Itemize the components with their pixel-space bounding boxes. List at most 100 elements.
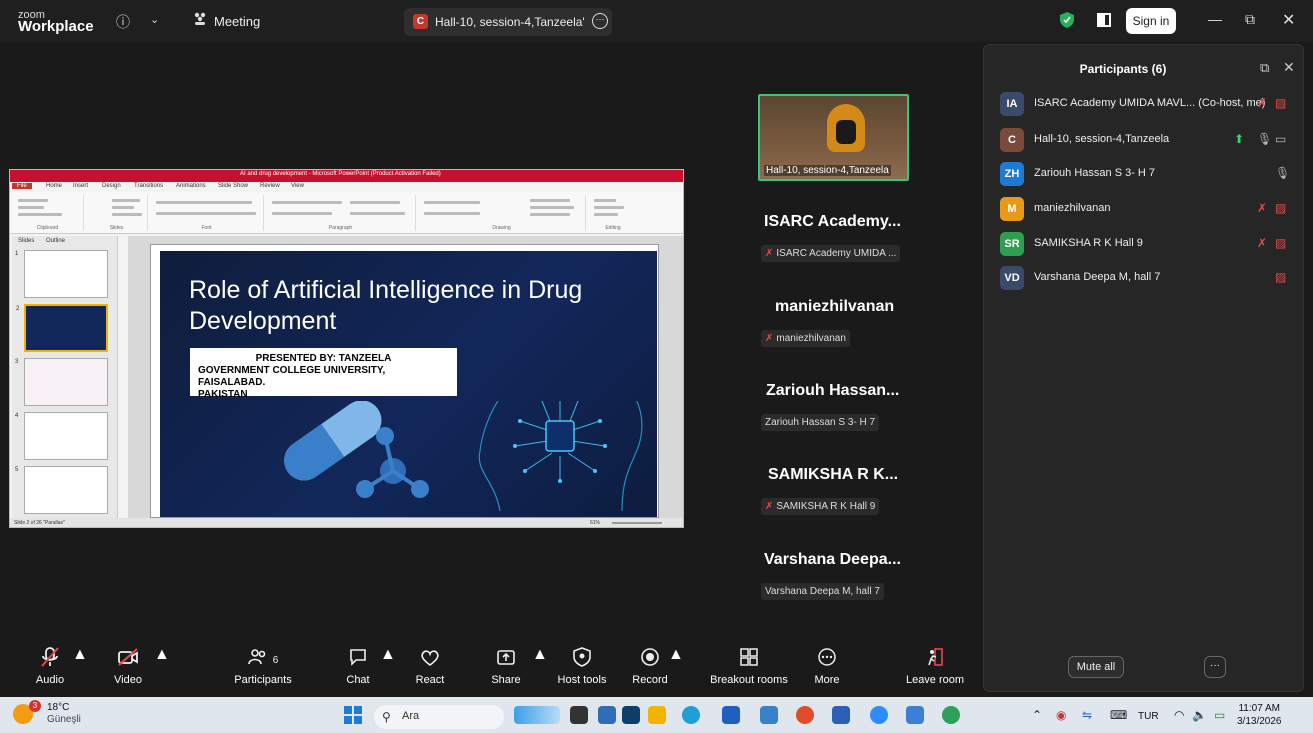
record-button[interactable]: Record — [630, 646, 670, 696]
share-options-chevron[interactable]: ▲ — [532, 646, 548, 696]
sign-in-button[interactable]: Sign in — [1126, 8, 1176, 34]
app-icon[interactable] — [622, 706, 640, 724]
close-icon[interactable]: ✕ — [1282, 10, 1295, 30]
breakout-rooms-icon — [706, 646, 792, 674]
mic-muted-icon[interactable]: ✗ — [1257, 201, 1267, 215]
ribbon-label-drawing: Drawing — [492, 225, 511, 231]
slide-thumbnail[interactable]: 3 — [15, 358, 108, 406]
slide-thumbnail[interactable]: 5 — [15, 466, 108, 514]
mic-muted-icon: ✗ — [765, 333, 774, 344]
mic-icon[interactable]: 🎙 — [1275, 166, 1290, 180]
chevron-down-icon[interactable]: ⌄ — [150, 13, 159, 26]
participant-row[interactable]: VD Varshana Deepa M, hall 7 ▨ — [1000, 266, 1290, 292]
pane-tab-outline[interactable]: Outline — [46, 238, 65, 244]
zoom-app-icon[interactable] — [870, 706, 888, 724]
store-icon[interactable] — [722, 706, 740, 724]
leave-room-label: Leave room — [905, 674, 965, 686]
taskbar-search[interactable]: ⚲ Ara — [374, 705, 504, 729]
weather-widget[interactable]: 18°C Güneşli — [47, 702, 81, 726]
ppt-tab-transitions[interactable]: Transitions — [134, 183, 163, 189]
ppt-tab-slideshow[interactable]: Slide Show — [218, 183, 248, 189]
ppt-tab-home[interactable]: Home — [46, 183, 62, 189]
ppt-tab-animations[interactable]: Animations — [176, 183, 206, 189]
ppt-tab-design[interactable]: Design — [102, 183, 121, 189]
participant-row[interactable]: SR SAMIKSHA R K Hall 9 ✗ ▨ — [1000, 232, 1290, 258]
react-button[interactable]: React — [410, 646, 450, 696]
shared-screen-tab[interactable]: C Hall-10, session-4,Tanzeela's scree ··… — [404, 8, 612, 36]
chat-button[interactable]: Chat — [340, 646, 376, 696]
ppt-tab-review[interactable]: Review — [260, 183, 280, 189]
video-button[interactable]: Video — [106, 646, 150, 696]
restore-icon[interactable]: ⧉ — [1245, 11, 1255, 28]
battery-icon[interactable]: ▭ — [1214, 708, 1225, 722]
chrome-icon[interactable] — [796, 706, 814, 724]
record-options-chevron[interactable]: ▲ — [668, 646, 684, 696]
participant-row[interactable]: M maniezhilvanan ✗ ▨ — [1000, 197, 1290, 223]
wifi-icon[interactable]: ◠ — [1174, 708, 1184, 722]
shield-icon[interactable] — [1060, 12, 1074, 33]
close-panel-icon[interactable]: ✕ — [1283, 59, 1295, 76]
info-icon[interactable]: ⓘ — [116, 12, 130, 32]
chevron-up-icon[interactable]: ⌃ — [1032, 708, 1042, 722]
participant-row[interactable]: IA ISARC Academy UMIDA MAVL... (Co-host,… — [1000, 92, 1290, 118]
slide-thumbnail[interactable]: 1 — [15, 250, 108, 298]
task-view-icon[interactable] — [570, 706, 588, 724]
video-icon[interactable]: ▭ — [1275, 132, 1286, 146]
participant-name: Varshana Deepa M, hall 7 — [1034, 271, 1161, 283]
participants-button[interactable]: 6 Participants — [230, 646, 296, 696]
share-button[interactable]: Share — [488, 646, 524, 696]
more-button[interactable]: More — [808, 646, 846, 696]
keyboard-icon[interactable]: ⌨ — [1110, 708, 1127, 722]
taskbar-clock[interactable]: 11:07 AM 3/13/2026 — [1237, 702, 1282, 728]
pop-out-icon[interactable]: ⧉ — [1260, 60, 1269, 76]
host-tools-button[interactable]: Host tools — [554, 646, 610, 696]
language-indicator[interactable]: TUR — [1138, 711, 1159, 722]
panel-more-button[interactable]: ··· — [1204, 656, 1226, 678]
file-explorer-icon[interactable] — [648, 706, 666, 724]
slide-thumbnail-selected[interactable]: 2 — [16, 304, 108, 352]
mic-muted-icon[interactable]: ✗ — [1257, 96, 1267, 110]
mic-icon[interactable]: 🎙 — [1257, 132, 1272, 146]
ppt-tab-file[interactable]: File — [12, 183, 32, 189]
video-options-chevron[interactable]: ▲ — [154, 646, 170, 696]
ppt-tab-insert[interactable]: Insert — [73, 183, 88, 189]
meeting-label[interactable]: Meeting — [214, 14, 260, 29]
more-options-icon[interactable]: ··· — [592, 13, 608, 29]
mic-muted-icon[interactable]: ✗ — [1257, 236, 1267, 250]
participant-name: ISARC Academy UMIDA MAVL... (Co-host, me… — [1034, 97, 1266, 109]
app-icon[interactable] — [760, 706, 778, 724]
audio-options-chevron[interactable]: ▲ — [72, 646, 88, 696]
edge-icon[interactable] — [682, 706, 700, 724]
volume-icon[interactable]: 🔈 — [1192, 708, 1207, 722]
tray-sync-icon[interactable]: ⇋ — [1082, 708, 1092, 722]
audio-button[interactable]: Audio — [28, 646, 72, 696]
shared-screen[interactable]: AI and drug development - Microsoft Powe… — [9, 169, 684, 528]
video-off-icon[interactable]: ▨ — [1275, 270, 1286, 284]
app-icon[interactable] — [598, 706, 616, 724]
pane-tab-slides[interactable]: Slides — [18, 238, 34, 244]
photos-icon[interactable] — [906, 706, 924, 724]
self-video-tile[interactable]: Hall-10, session-4,Tanzeela — [758, 94, 909, 181]
layout-icon[interactable] — [1097, 13, 1111, 32]
video-off-icon[interactable]: ▨ — [1275, 96, 1286, 110]
mute-all-button[interactable]: Mute all — [1068, 656, 1124, 678]
windows-start-icon[interactable] — [344, 706, 362, 724]
slide-thumbnail[interactable]: 4 — [15, 412, 108, 460]
self-video-name: Hall-10, session-4,Tanzeela — [764, 165, 891, 176]
date: 3/13/2026 — [1237, 716, 1282, 727]
zoom-slider[interactable] — [612, 522, 662, 524]
participant-row[interactable]: C Hall-10, session-4,Tanzeela ⬆ 🎙 ▭ — [1000, 128, 1290, 154]
chat-options-chevron[interactable]: ▲ — [380, 646, 396, 696]
tray-app-icon[interactable]: ◉ — [1056, 708, 1066, 722]
participant-row[interactable]: ZH Zariouh Hassan S 3- H 7 🎙 — [1000, 162, 1290, 188]
widget-app-icon[interactable] — [514, 706, 560, 724]
breakout-rooms-button[interactable]: Breakout rooms — [706, 646, 792, 696]
leave-room-button[interactable]: Leave room — [902, 646, 968, 696]
video-off-icon[interactable]: ▨ — [1275, 201, 1286, 215]
video-off-icon[interactable]: ▨ — [1275, 236, 1286, 250]
minimize-icon[interactable]: — — [1208, 11, 1222, 27]
word-icon[interactable] — [832, 706, 850, 724]
chrome-profile-icon[interactable] — [942, 706, 960, 724]
ppt-tab-view[interactable]: View — [291, 183, 304, 189]
ribbon-label-paragraph: Paragraph — [328, 225, 353, 231]
